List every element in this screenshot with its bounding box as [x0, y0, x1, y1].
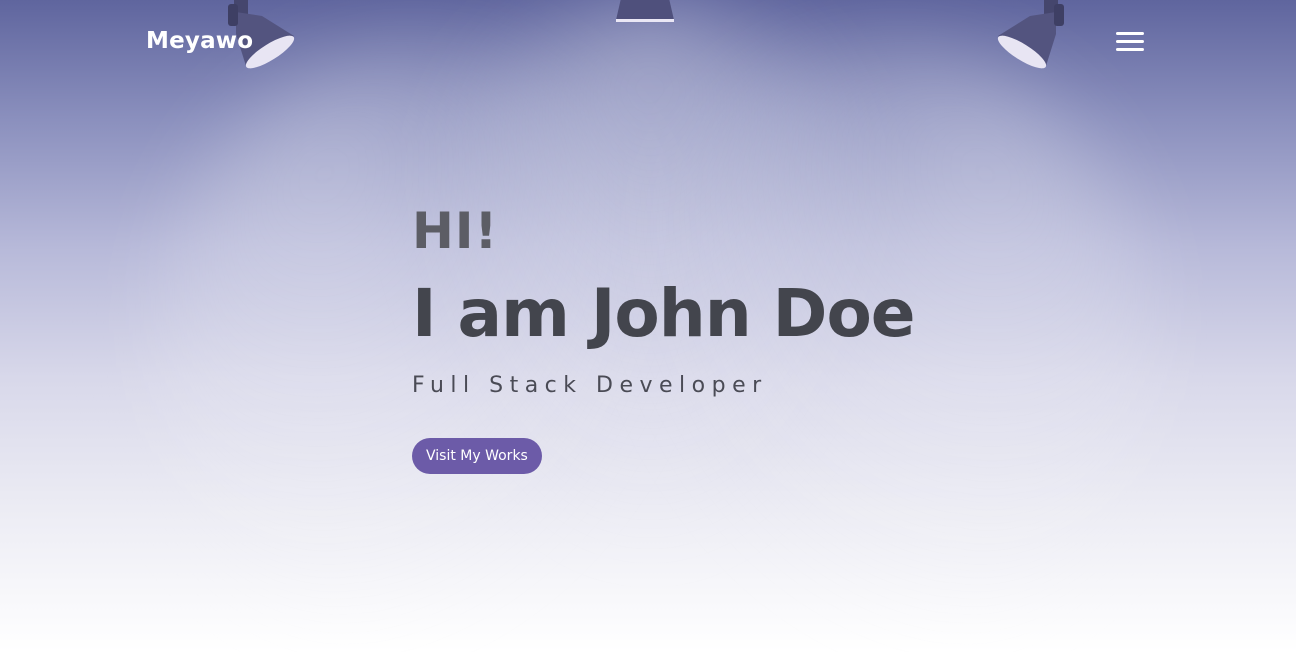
brand-logo-link[interactable]: Meyawo — [146, 28, 253, 54]
menu-bar-bottom — [1116, 48, 1144, 51]
hero-name-heading: I am John Doe — [412, 275, 916, 352]
navbar: Meyawo — [0, 0, 1296, 84]
menu-bar-top — [1116, 32, 1144, 35]
hero-section: HI! I am John Doe Full Stack Developer V… — [412, 200, 1012, 474]
hero-greeting: HI! — [412, 202, 499, 260]
menu-bar-middle — [1116, 40, 1144, 43]
hero-role-subtitle: Full Stack Developer — [412, 373, 768, 398]
hamburger-menu-icon[interactable] — [1116, 30, 1146, 54]
visit-my-works-button[interactable]: Visit My Works — [412, 438, 542, 474]
